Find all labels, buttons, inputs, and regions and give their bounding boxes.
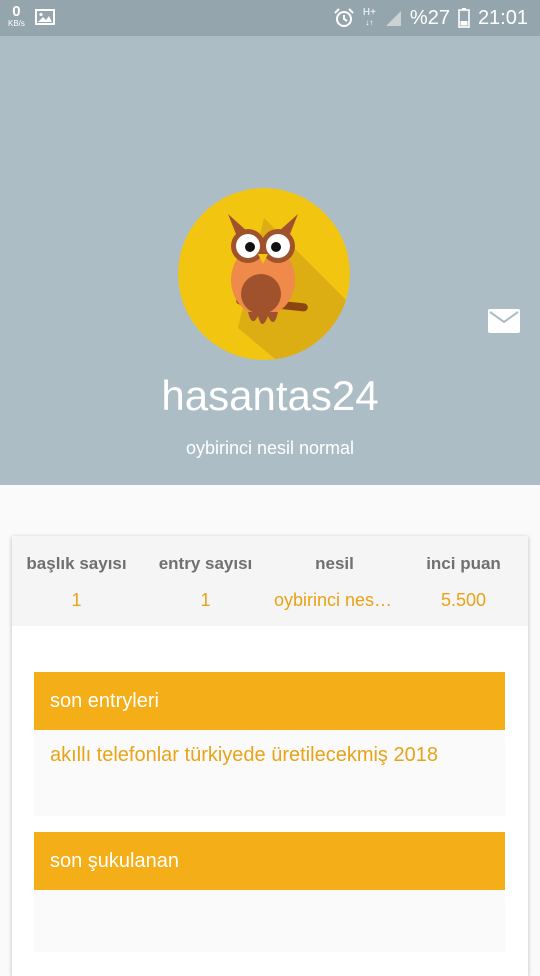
network-speed-unit: KB/s (8, 19, 25, 28)
network-type: H+ ↓↑ (362, 7, 376, 27)
stat-topic-count: başlık sayısı 1 (12, 536, 141, 626)
profile-header: hasantas24 oybirinci nesil normal (0, 36, 540, 485)
stats-row: başlık sayısı 1 entry sayısı 1 nesil oyb… (12, 536, 528, 626)
recent-likes-section: son şukulanan (34, 832, 505, 952)
clock: 21:01 (477, 6, 528, 29)
username: hasantas24 (161, 372, 379, 419)
status-bar: 0 KB/s H+ ↓↑ %27 21:01 (0, 0, 540, 36)
stat-entry-count: entry sayısı 1 (141, 536, 270, 626)
stat-label: başlık sayısı (26, 554, 127, 573)
network-speed: 0 KB/s (8, 4, 25, 28)
owl-avatar-icon (178, 188, 350, 360)
stat-value: oybirinci nesil normal (274, 590, 399, 610)
stat-score: inci puan 5.500 (399, 536, 528, 626)
stat-label: entry sayısı (158, 554, 253, 573)
stat-value[interactable]: 1 (12, 590, 141, 611)
alarm-icon (334, 8, 354, 27)
stat-value[interactable]: 1 (141, 590, 270, 611)
status-right: H+ ↓↑ %27 21:01 (333, 0, 528, 36)
section-title: son şukulanan (34, 832, 505, 890)
network-type-label: H+ (362, 7, 376, 18)
entry-link[interactable]: akıllı telefonlar türkiyede üretilecekmi… (34, 730, 505, 781)
battery-icon (458, 8, 470, 28)
stat-value: 5.500 (440, 590, 487, 610)
image-notification-icon (34, 9, 55, 25)
battery-percent: %27 (409, 6, 450, 29)
network-speed-value: 0 (12, 3, 21, 20)
stat-label: nesil (315, 554, 354, 573)
signal-icon (385, 11, 401, 26)
stat-label: inci puan (426, 554, 501, 573)
recent-entries-section: son entryleri akıllı telefonlar türkiyed… (34, 672, 505, 816)
mail-icon[interactable] (488, 309, 520, 333)
section-title: son entryleri (34, 672, 505, 730)
user-generation: oybirinci nesil normal (185, 438, 355, 458)
stat-generation: nesil oybirinci nesil normal (270, 536, 399, 626)
profile-card: başlık sayısı 1 entry sayısı 1 nesil oyb… (12, 536, 528, 976)
status-left: 0 KB/s (8, 4, 55, 28)
